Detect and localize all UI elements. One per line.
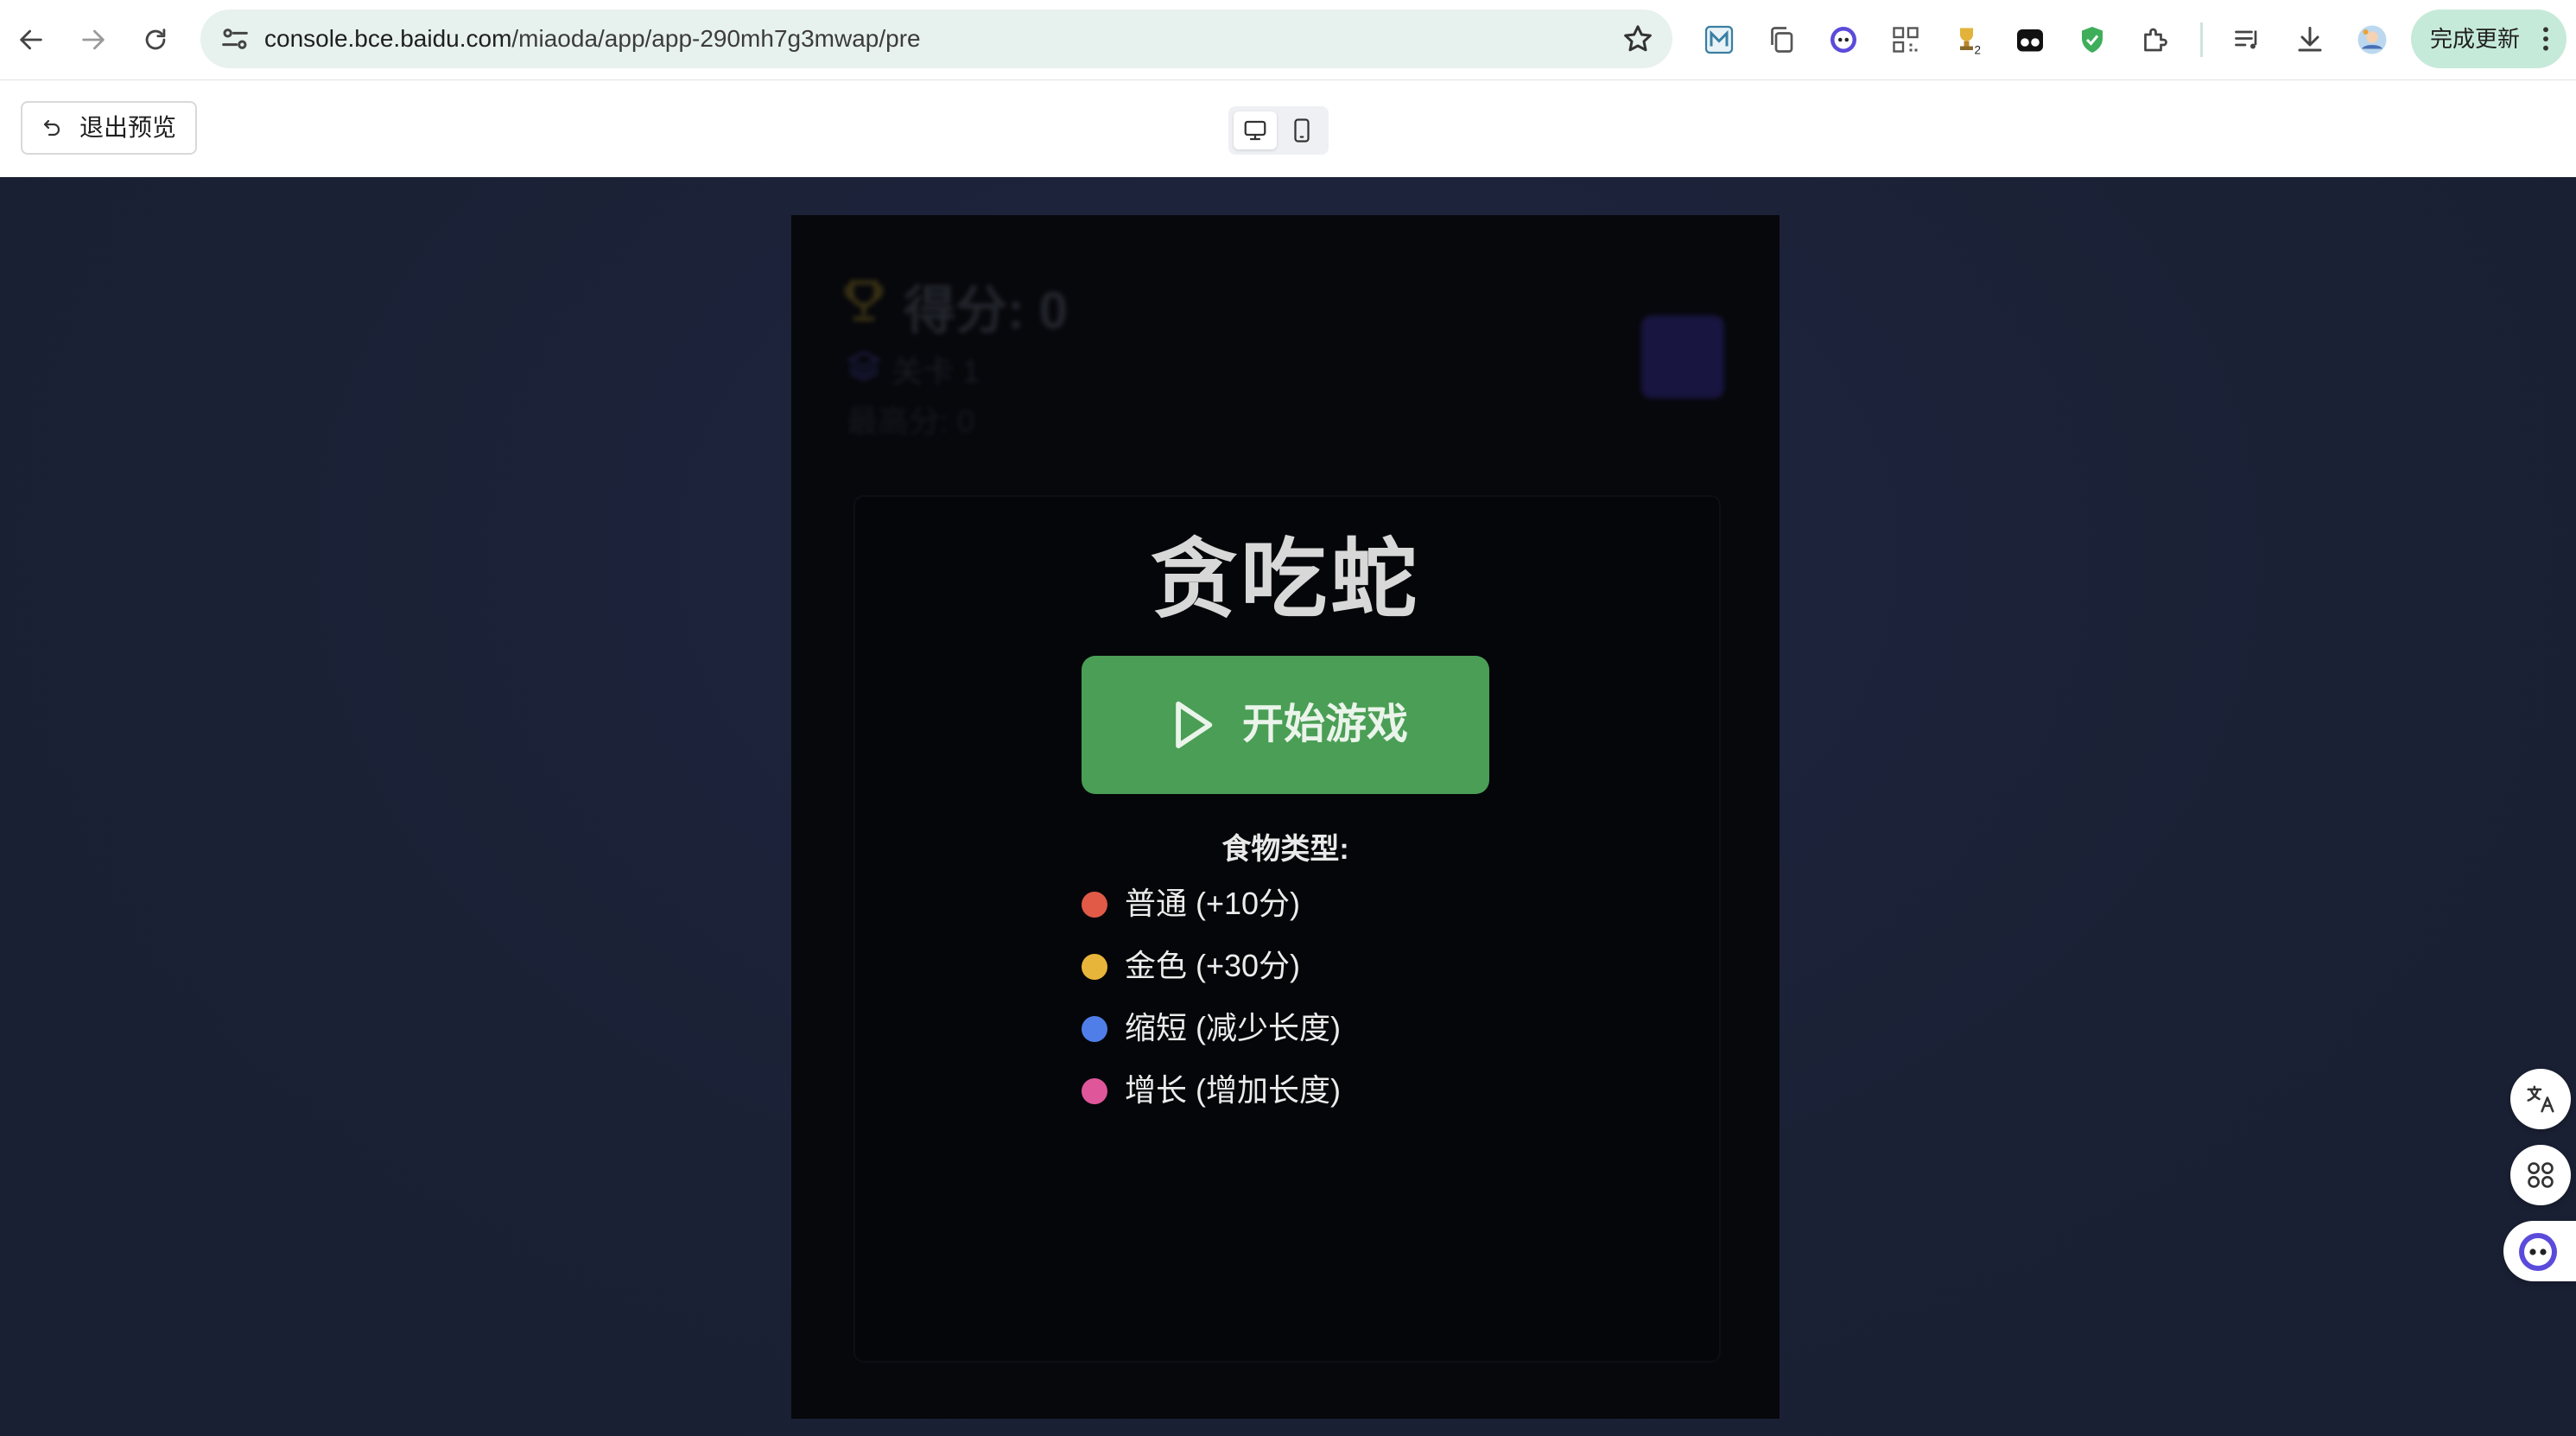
reload-button[interactable] xyxy=(135,19,176,60)
extension-trophy-icon: 2 xyxy=(1960,28,1982,56)
download-button[interactable] xyxy=(2289,19,2331,60)
extension-glasses-button[interactable] xyxy=(2009,19,2051,60)
score-text: 得分: 0 xyxy=(904,282,1069,340)
url-host: console.bce.baidu.com xyxy=(264,25,512,52)
game-title: 贪吃蛇 xyxy=(1151,531,1420,628)
extension-m-button[interactable] xyxy=(1698,19,1740,60)
game-container: 得分: 0 关卡 1 最高分: 0 贪吃蛇 开始游戏 食物类型: 普通 (+10… xyxy=(791,215,1780,1419)
download-icon xyxy=(2298,27,2322,52)
mobile-mode-button[interactable] xyxy=(1280,111,1323,149)
profile-button[interactable] xyxy=(2351,19,2393,60)
translate-button[interactable] xyxy=(2510,1069,2571,1129)
profile-avatar-icon xyxy=(2357,25,2387,54)
extension-shield-button[interactable] xyxy=(2072,19,2113,60)
extensions-button[interactable] xyxy=(2134,19,2175,60)
address-bar[interactable]: console.bce.baidu.com/miaoda/app/app-290… xyxy=(200,10,1672,68)
finish-update-label: 完成更新 xyxy=(2430,26,2521,52)
food-label: 增长 (增加长度) xyxy=(1125,1072,1341,1108)
start-game-label: 开始游戏 xyxy=(1242,702,1409,747)
site-info-icon[interactable] xyxy=(218,22,252,56)
toolbar-divider xyxy=(2200,22,2203,57)
start-game-button[interactable]: 开始游戏 xyxy=(1082,656,1489,794)
desktop-icon xyxy=(1244,120,1266,141)
assistant-button[interactable] xyxy=(2503,1221,2576,1281)
menu-kebab-icon[interactable] xyxy=(2541,25,2551,53)
device-toggle xyxy=(1228,106,1329,155)
best-score-text: 最高分: 0 xyxy=(847,403,975,439)
extension-glasses-icon xyxy=(2017,29,2043,52)
mobile-icon xyxy=(1294,118,1310,143)
extension-face-button[interactable] xyxy=(1823,19,1864,60)
red-dot-icon xyxy=(1082,892,1107,918)
blue-dot-icon xyxy=(1082,1016,1107,1042)
extension-qr-icon xyxy=(1893,27,1919,53)
pink-dot-icon xyxy=(1082,1078,1107,1104)
media-control-icon xyxy=(2235,30,2257,49)
url-text: console.bce.baidu.com/miaoda/app/app-290… xyxy=(264,22,921,56)
exit-preview-label: 退出预览 xyxy=(79,114,177,141)
translate-icon xyxy=(2527,1085,2554,1113)
back-button[interactable] xyxy=(10,19,52,60)
preview-toolbar: 退出预览 xyxy=(0,80,2576,177)
back-icon xyxy=(20,29,42,50)
media-control-button[interactable] xyxy=(2227,19,2268,60)
reload-icon xyxy=(145,29,166,50)
desktop-mode-button[interactable] xyxy=(1234,111,1277,149)
apps-grid-icon xyxy=(2528,1162,2554,1188)
gold-dot-icon xyxy=(1082,954,1107,980)
extension-face-icon xyxy=(1830,27,1856,53)
food-label: 金色 (+30分) xyxy=(1125,948,1301,983)
forward-icon xyxy=(82,29,105,50)
food-label: 缩短 (减少长度) xyxy=(1125,1010,1341,1045)
app-preview-area: 得分: 0 关卡 1 最高分: 0 贪吃蛇 开始游戏 食物类型: 普通 (+10… xyxy=(0,177,2576,1436)
extension-copy-button[interactable] xyxy=(1761,19,1802,60)
bookmark-star-icon[interactable] xyxy=(1621,22,1655,56)
play-icon xyxy=(1176,701,1213,749)
extension-trophy-button[interactable]: 2 xyxy=(1947,19,1989,60)
food-types-heading: 食物类型: xyxy=(1221,833,1349,866)
extension-badge: 2 xyxy=(1975,44,1982,56)
url-path: /miaoda/app/app-290mh7g3mwap/pre xyxy=(511,25,921,52)
extension-shield-icon xyxy=(2082,27,2103,53)
browser-toolbar: console.bce.baidu.com/miaoda/app/app-290… xyxy=(0,0,2576,80)
forward-button[interactable] xyxy=(73,19,114,60)
pause-button[interactable] xyxy=(1641,315,1724,398)
exit-return-icon xyxy=(43,119,60,137)
apps-grid-button[interactable] xyxy=(2510,1145,2571,1205)
food-label: 普通 (+10分) xyxy=(1125,886,1301,921)
exit-preview-button[interactable]: 退出预览 xyxy=(21,101,197,155)
extension-m-icon xyxy=(1704,25,1734,54)
finish-update-button[interactable]: 完成更新 xyxy=(2411,10,2566,68)
extension-copy-icon xyxy=(1771,27,1793,53)
layers-icon xyxy=(847,351,881,381)
extension-qr-button[interactable] xyxy=(1885,19,1926,60)
extensions-puzzle-icon xyxy=(2144,28,2167,52)
level-text: 关卡 1 xyxy=(891,353,980,389)
trophy-icon xyxy=(845,280,883,321)
assistant-bot-icon xyxy=(2519,1233,2557,1271)
